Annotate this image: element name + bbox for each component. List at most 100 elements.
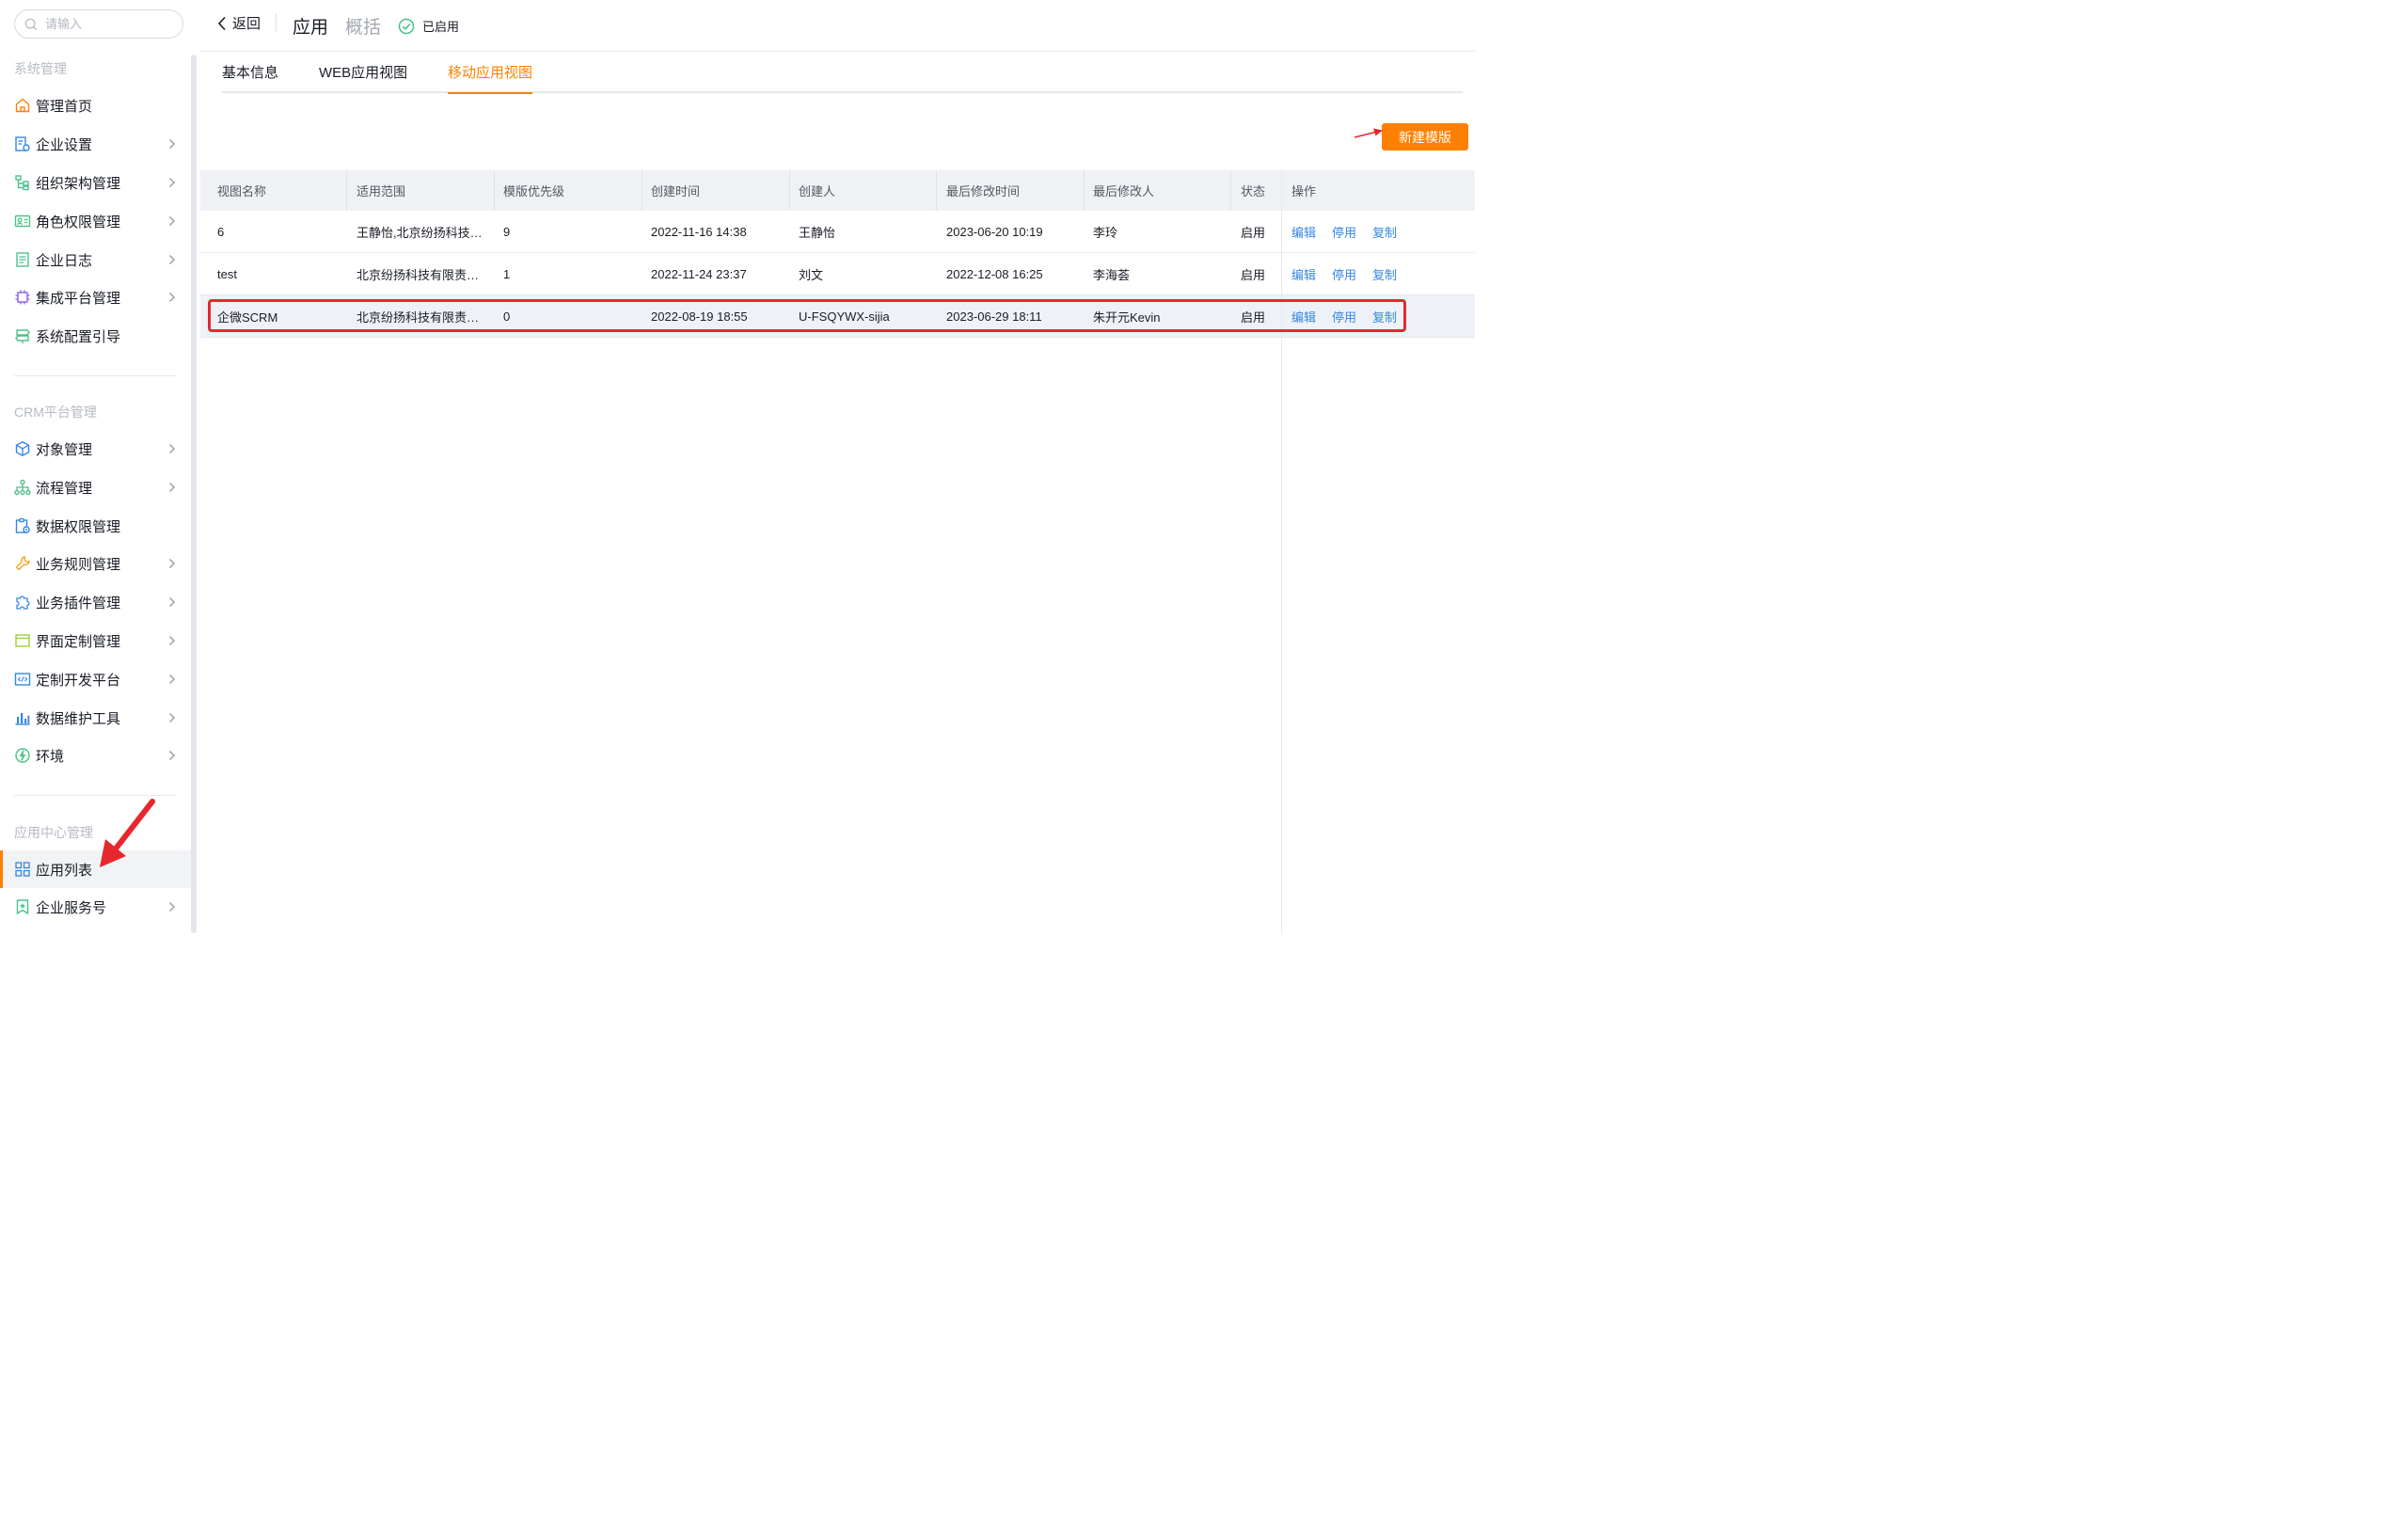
cell-scope: 北京纷扬科技有限责… (356, 310, 480, 325)
sidebar-item-label: 业务插件管理 (36, 595, 121, 611)
chevron-right-icon (168, 443, 176, 454)
sidebar-item-process-management[interactable]: 流程管理 (0, 468, 191, 506)
sidebar-item-label: 定制开发平台 (36, 672, 121, 689)
sidebar-item-service-account[interactable]: 企业服务号 (0, 888, 191, 926)
cell-creator: 刘文 (799, 267, 824, 282)
cell-modified-time: 2022-12-08 16:25 (946, 266, 1043, 281)
disable-link[interactable]: 停用 (1332, 223, 1356, 241)
chevron-right-icon (168, 177, 176, 188)
copy-link[interactable]: 复制 (1372, 265, 1397, 283)
chevron-right-icon (168, 215, 176, 227)
cube-icon (14, 440, 31, 457)
flow-tree-icon (14, 479, 31, 496)
column-divider[interactable] (346, 170, 347, 211)
cell-actions: 编辑 停用 复制 (1291, 253, 1413, 294)
sidebar-item-object-management[interactable]: 对象管理 (0, 430, 191, 468)
disable-link[interactable]: 停用 (1332, 265, 1356, 283)
bookmark-star-icon (14, 898, 31, 915)
sidebar-item-label: 组织架构管理 (36, 175, 121, 192)
overview-link[interactable]: 概括 (345, 13, 381, 39)
cell-modifier: 李玲 (1093, 225, 1118, 240)
edit-link[interactable]: 编辑 (1291, 223, 1316, 241)
column-header: 最后修改时间 (946, 184, 1021, 198)
sidebar-item-org-structure[interactable]: 组织架构管理 (0, 164, 191, 201)
column-header: 视图名称 (217, 184, 267, 198)
annotation-arrow-icon (1354, 128, 1383, 138)
cell-status: 启用 (1241, 310, 1266, 325)
table-header: 视图名称 适用范围 模版优先级 创建时间 创建人 最后修改时间 最后修改人 状态… (200, 170, 1475, 211)
cell-view-name: 企微SCRM (217, 310, 278, 325)
cell-priority: 1 (503, 266, 511, 281)
sidebar-item-environment[interactable]: 环境 (0, 737, 191, 774)
cell-status: 启用 (1241, 267, 1266, 282)
copy-link[interactable]: 复制 (1372, 308, 1397, 325)
sidebar-item-role-permission[interactable]: 角色权限管理 (0, 202, 191, 240)
cell-scope: 王静怡,北京纷扬科技… (356, 225, 483, 240)
column-divider[interactable] (789, 170, 790, 211)
signpost-icon (14, 327, 31, 344)
sidebar-item-enterprise-log[interactable]: 企业日志 (0, 241, 191, 278)
tab-web-view[interactable]: WEB应用视图 (319, 62, 407, 92)
section-title-app-center: 应用中心管理 (14, 825, 93, 840)
sidebar-item-integration-platform[interactable]: 集成平台管理 (0, 278, 191, 316)
chevron-right-icon (168, 712, 176, 723)
puzzle-icon (14, 594, 31, 611)
lightning-circle-icon (14, 747, 31, 764)
cell-view-name: test (217, 266, 237, 281)
fixed-column-border (1281, 170, 1282, 933)
page-header: 返回 应用 概括 已启用 (200, 0, 1475, 52)
chevron-right-icon (168, 482, 176, 493)
sidebar-item-label: 数据维护工具 (36, 710, 121, 727)
sidebar-item-label: 系统配置引导 (36, 328, 121, 345)
back-button[interactable]: 返回 (217, 13, 261, 33)
table-row[interactable]: 6 王静怡,北京纷扬科技… 9 2022-11-16 14:38 王静怡 202… (200, 211, 1475, 253)
sidebar-item-custom-dev-platform[interactable]: 定制开发平台 (0, 660, 191, 698)
cell-created-time: 2022-11-16 14:38 (651, 224, 747, 239)
chevron-left-icon (217, 16, 226, 30)
disable-link[interactable]: 停用 (1332, 308, 1356, 325)
copy-link[interactable]: 复制 (1372, 223, 1397, 241)
header-divider (276, 13, 277, 32)
org-chart-icon (14, 174, 31, 191)
sidebar-item-config-guide[interactable]: 系统配置引导 (0, 317, 191, 355)
sidebar-item-ui-customization[interactable]: 界面定制管理 (0, 622, 191, 659)
cell-modified-time: 2023-06-20 10:19 (946, 224, 1043, 239)
search-box[interactable] (14, 9, 183, 39)
tab-basic-info[interactable]: 基本信息 (222, 62, 278, 92)
log-icon (14, 251, 31, 268)
enterprise-settings-icon (14, 135, 31, 152)
cell-status: 启用 (1241, 225, 1266, 240)
table-row[interactable]: test 北京纷扬科技有限责… 1 2022-11-24 23:37 刘文 20… (200, 253, 1475, 295)
column-divider[interactable] (1230, 170, 1231, 211)
cell-modifier: 朱开元Kevin (1093, 310, 1161, 325)
sidebar-item-business-rules[interactable]: 业务规则管理 (0, 545, 191, 582)
view-table: 视图名称 适用范围 模版优先级 创建时间 创建人 最后修改时间 最后修改人 状态… (200, 170, 1475, 338)
cell-modified-time: 2023-06-29 18:11 (946, 309, 1042, 324)
chevron-right-icon (168, 596, 176, 608)
column-divider[interactable] (1084, 170, 1085, 211)
page-title: 应用 (293, 18, 329, 38)
column-divider[interactable] (494, 170, 495, 211)
search-input[interactable] (45, 17, 177, 31)
cell-view-name: 6 (217, 224, 225, 239)
sidebar-item-app-list[interactable]: 应用列表 (0, 850, 191, 888)
sidebar-item-enterprise-settings[interactable]: 企业设置 (0, 125, 191, 163)
sidebar-scrollbar[interactable] (191, 55, 197, 933)
sidebar-divider (14, 795, 176, 796)
column-header: 操作 (1291, 184, 1317, 198)
column-divider[interactable] (936, 170, 937, 211)
cell-creator: 王静怡 (799, 225, 836, 240)
edit-link[interactable]: 编辑 (1291, 308, 1316, 325)
new-template-button[interactable]: 新建模版 (1382, 123, 1468, 151)
sidebar-item-business-plugins[interactable]: 业务插件管理 (0, 583, 191, 621)
tab-bar: 基本信息 WEB应用视图 移动应用视图 (222, 53, 1463, 94)
cell-actions: 编辑 停用 复制 (1291, 211, 1413, 252)
sidebar-item-data-maintenance[interactable]: 数据维护工具 (0, 699, 191, 737)
table-row[interactable]: 企微SCRM 北京纷扬科技有限责… 0 2022-08-19 18:55 U-F… (200, 295, 1475, 338)
app-root: 系统管理 管理首页 企业设置 组织架构管理 角色权限管理 企业日志 (0, 0, 1475, 933)
sidebar-item-admin-home[interactable]: 管理首页 (0, 87, 191, 124)
tab-mobile-view[interactable]: 移动应用视图 (448, 62, 533, 94)
edit-link[interactable]: 编辑 (1291, 265, 1316, 283)
sidebar-item-data-permission[interactable]: 数据权限管理 (0, 507, 191, 545)
cell-created-time: 2022-08-19 18:55 (651, 309, 748, 324)
